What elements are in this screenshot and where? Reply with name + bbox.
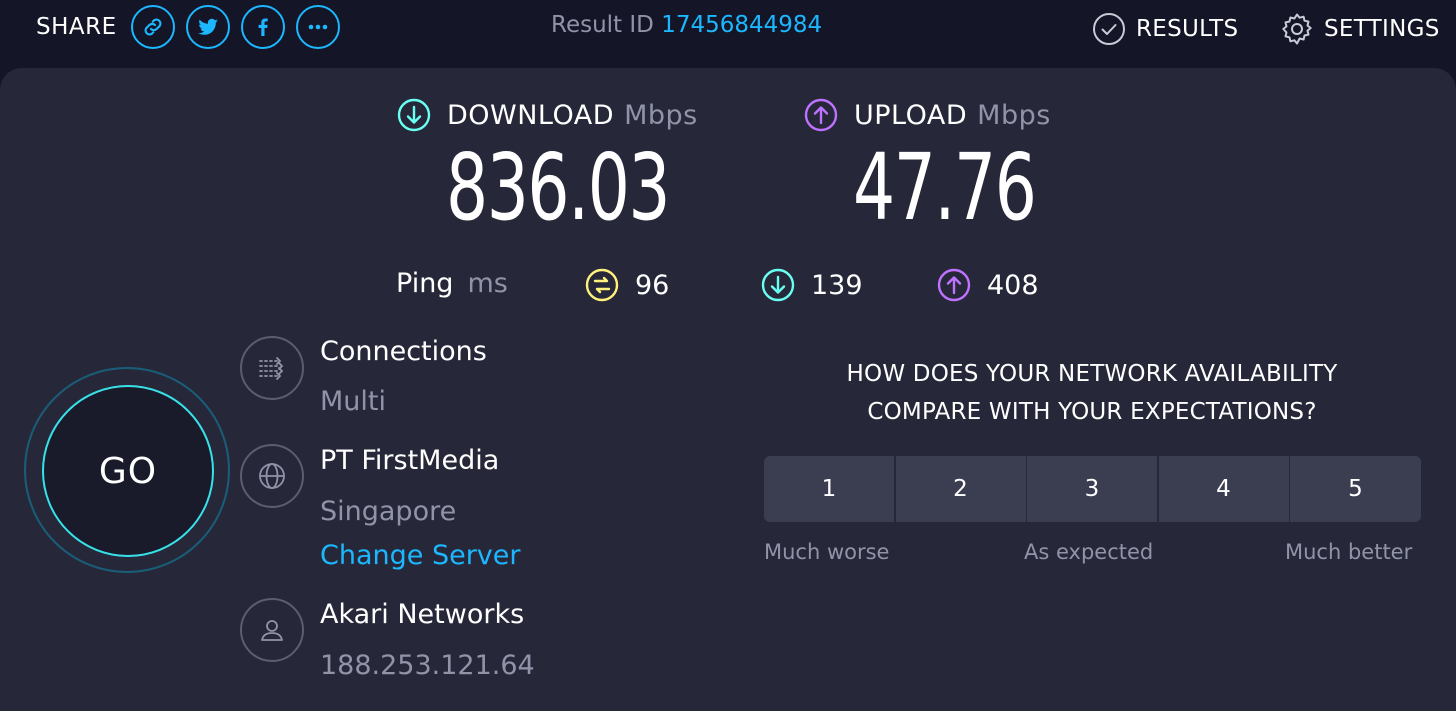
go-button[interactable]: GO: [42, 385, 214, 557]
settings-link[interactable]: SETTINGS: [1280, 12, 1440, 46]
server-name: PT FirstMedia: [320, 445, 500, 476]
ping-idle: 96: [585, 268, 669, 302]
change-server-link[interactable]: Change Server: [320, 540, 521, 571]
upload-arrow-icon: [804, 98, 838, 132]
rating-button-5[interactable]: 5: [1290, 456, 1421, 522]
share-label: SHARE: [36, 14, 117, 40]
download-header: DOWNLOAD Mbps: [397, 98, 698, 132]
download-latency-icon: [761, 268, 795, 302]
rating-scale: 1 2 3 4 5: [764, 456, 1421, 522]
upload-header: UPLOAD Mbps: [804, 98, 1051, 132]
upload-latency-icon: [937, 268, 971, 302]
idle-latency-icon: [585, 268, 619, 302]
ping-label: Ping: [396, 268, 454, 299]
results-link[interactable]: RESULTS: [1092, 12, 1238, 46]
rating-button-3[interactable]: 3: [1027, 456, 1157, 522]
scale-mid-label: As expected: [1024, 540, 1154, 564]
share-facebook-button[interactable]: [240, 5, 285, 49]
ping-upload-value: 408: [987, 269, 1039, 301]
server-location: Singapore: [320, 496, 457, 527]
more-icon: [308, 24, 327, 30]
ping-download: 139: [761, 268, 863, 302]
upload-value: 47.76: [853, 134, 1037, 241]
ping-download-value: 139: [811, 269, 863, 301]
rating-button-4[interactable]: 4: [1158, 456, 1289, 522]
scale-low-label: Much worse: [764, 540, 890, 564]
twitter-icon: [197, 18, 218, 35]
settings-label: SETTINGS: [1324, 16, 1440, 42]
user-icon: [261, 620, 283, 641]
gear-icon: [1282, 13, 1312, 45]
ping-unit: ms: [467, 268, 508, 299]
connections-value: Multi: [320, 386, 386, 417]
rating-button-2[interactable]: 2: [895, 456, 1026, 522]
download-value: 836.03: [446, 134, 671, 241]
server-icon-wrap: [240, 444, 304, 508]
scale-high-label: Much better: [1285, 540, 1413, 564]
result-id-label: Result ID: [551, 12, 654, 38]
facebook-icon: [258, 18, 268, 36]
ping-upload: 408: [937, 268, 1039, 302]
results-label: RESULTS: [1136, 16, 1239, 42]
survey-question-line1: HOW DOES YOUR NETWORK AVAILABILITY: [846, 361, 1338, 387]
upload-unit: Mbps: [977, 99, 1051, 131]
result-id: Result ID 17456844984: [551, 12, 822, 38]
survey-question-line2: COMPARE WITH YOUR EXPECTATIONS?: [867, 399, 1317, 425]
provider-name: Akari Networks: [320, 599, 525, 630]
survey-question: HOW DOES YOUR NETWORK AVAILABILITY COMPA…: [764, 355, 1420, 431]
ping-label-group: Ping ms: [396, 268, 508, 299]
share-more-button[interactable]: [295, 5, 340, 49]
link-icon: [144, 18, 162, 36]
share-twitter-button[interactable]: [185, 5, 230, 49]
connections-title: Connections: [320, 336, 487, 367]
result-id-link[interactable]: 17456844984: [661, 12, 822, 38]
check-circle-icon: [1093, 13, 1125, 45]
ping-idle-value: 96: [635, 269, 670, 301]
share-group: SHARE: [36, 4, 351, 50]
top-bar: SHARE Result ID 17456844984 RESULTS SETT…: [0, 0, 1456, 60]
download-arrow-icon: [397, 98, 431, 132]
globe-icon: [259, 463, 285, 489]
upload-label: UPLOAD: [854, 99, 968, 131]
rating-button-1[interactable]: 1: [764, 456, 894, 522]
connections-icon-wrap: [240, 336, 304, 400]
share-link-button[interactable]: [130, 5, 175, 49]
provider-ip: 188.253.121.64: [320, 650, 535, 681]
download-unit: Mbps: [624, 99, 698, 131]
download-label: DOWNLOAD: [447, 99, 615, 131]
connections-icon: [259, 357, 284, 380]
provider-icon-wrap: [240, 598, 304, 662]
